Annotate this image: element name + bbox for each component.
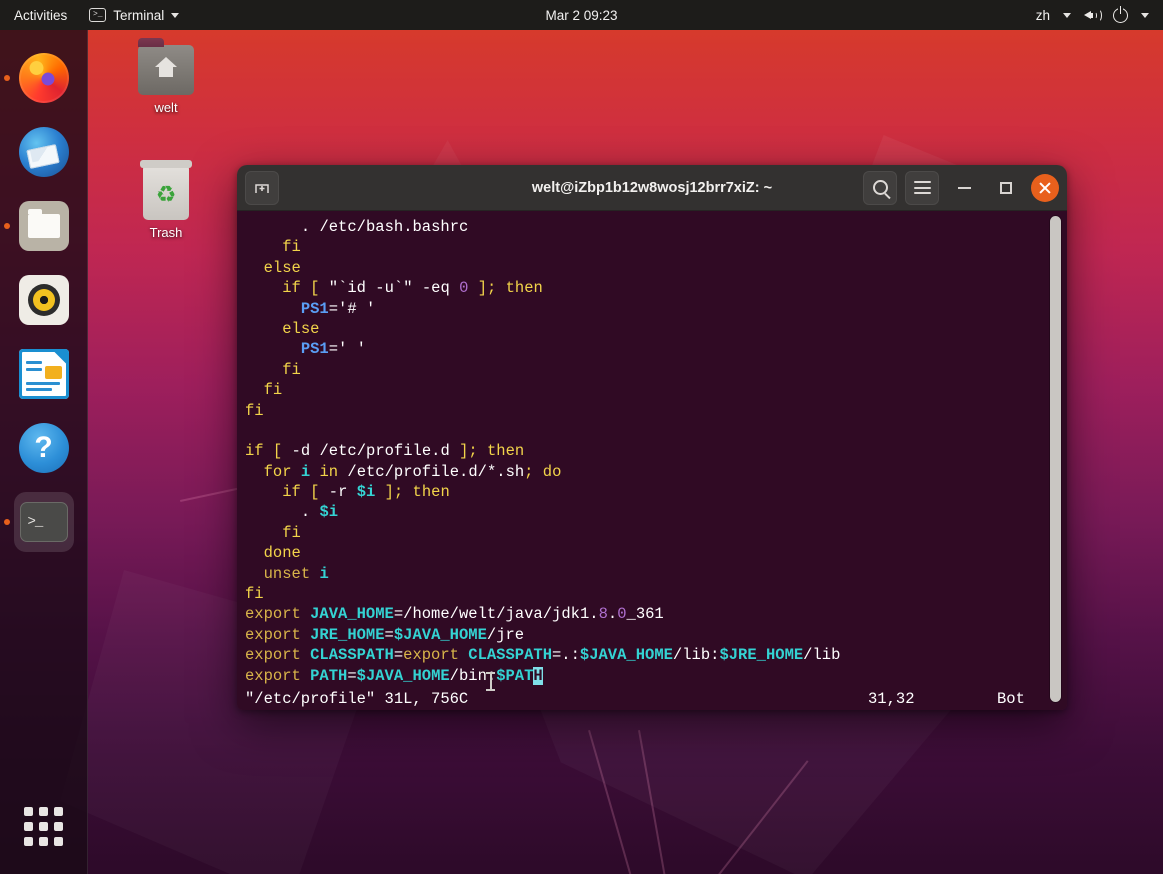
terminal-line: export PATH=$JAVA_HOME/bin:$PATH [245,666,543,685]
rhythmbox-icon [18,275,69,325]
wallpaper-line [690,760,809,874]
show-applications-button[interactable] [14,796,74,856]
terminal-line: fi [245,401,264,420]
wallpaper-line [588,730,646,874]
scrollbar-thumb[interactable] [1050,216,1061,702]
app-indicator-label: Terminal [113,7,165,23]
home-folder-icon [138,38,194,95]
running-indicator [3,223,10,229]
hamburger-menu-icon [913,181,931,194]
new-tab-icon [255,183,269,193]
terminal-line: for i in /etc/profile.d/*.sh; do [263,462,562,481]
screen: welt ♻ Trash Activities >_ Terminal Mar … [0,0,1163,874]
dock-item-thunderbird[interactable] [14,122,74,182]
terminal-menu-button[interactable] [905,170,939,205]
help-icon: ? [18,423,69,473]
running-indicator [3,75,10,81]
terminal-line: if [ -d /etc/profile.d ]; then [245,442,525,461]
firefox-icon [18,53,69,103]
terminal-line: fi [282,360,301,379]
terminal-line: fi [263,381,283,400]
files-icon [18,201,69,251]
dock-item-rhythmbox[interactable] [14,270,74,330]
dock-item-terminal[interactable]: >_ [3,492,74,552]
terminal-title-bar[interactable]: welt@iZbp1b12w8wosj12brr7xiZ: ~ [237,165,1067,211]
close-button[interactable] [1031,173,1059,202]
terminal-line: fi [282,238,301,257]
terminal-icon: >_ [19,502,68,542]
terminal-line: else [282,319,320,338]
top-bar: Activities >_ Terminal Mar 2 09:23 zh [0,0,1163,30]
chevron-down-icon[interactable] [1141,12,1149,18]
dock-item-files[interactable] [3,196,74,256]
vim-scroll-indicator: Bot [997,689,1025,708]
terminal-line: fi [245,585,264,604]
language-indicator[interactable]: zh [1036,8,1050,23]
wallpaper-line [638,730,672,874]
new-tab-button[interactable] [245,170,279,205]
dock: ? >_ [0,30,88,874]
terminal-text-buffer: . /etc/bash.bashrc fi else if [ "`id -u`… [237,217,1067,686]
terminal-line: export CLASSPATH=export CLASSPATH=.:$JAV… [245,646,841,665]
terminal-line: if [ -r $i ]; then [282,483,450,502]
terminal-line: PS1=' ' [300,340,366,359]
chevron-down-icon [171,12,180,18]
minimize-icon [957,186,971,189]
terminal-line: export JRE_HOME=$JAVA_HOME/jre [245,625,525,644]
trash-icon: ♻ [140,160,192,220]
dock-item-help[interactable]: ? [14,418,74,478]
terminal-line: . /etc/bash.bashrc [300,218,469,236]
terminal-icon: >_ [89,8,107,22]
terminal-content[interactable]: . /etc/bash.bashrc fi else if [ "`id -u`… [237,211,1067,710]
terminal-window[interactable]: welt@iZbp1b12w8wosj12brr7xiZ: ~ . /etc/b… [237,165,1067,710]
desktop-icon-home[interactable]: welt [118,38,214,115]
maximize-button[interactable] [989,171,1023,205]
close-icon [1038,181,1052,195]
libreoffice-writer-icon [18,349,69,399]
terminal-line: fi [282,523,301,542]
terminal-line: if [ "`id -u`" -eq 0 ]; then [282,279,543,298]
terminal-scrollbar[interactable] [1050,216,1061,702]
dock-item-firefox[interactable] [3,48,74,108]
running-indicator [3,519,10,525]
thunderbird-icon [18,127,69,177]
vim-status-line: "/etc/profile" 31L, 756C 31,32 Bot [237,688,1067,710]
terminal-line: done [263,544,301,563]
desktop-icon-trash[interactable]: ♻ Trash [118,160,214,240]
terminal-line: . $i [300,503,339,522]
search-icon [872,180,888,195]
terminal-line: PS1='# ' [300,299,376,318]
chevron-down-icon[interactable] [1063,12,1071,18]
app-indicator-terminal[interactable]: >_ Terminal [89,7,180,23]
power-icon[interactable] [1113,5,1128,23]
terminal-search-button[interactable] [863,170,897,205]
mouse-cursor-ibeam [486,672,495,692]
clock[interactable]: Mar 2 09:23 [545,8,617,23]
volume-icon[interactable] [1084,8,1102,23]
maximize-icon [1000,181,1012,194]
terminal-line: else [263,258,301,277]
desktop-icon-label: Trash [149,225,183,240]
vim-cursor-position: 31,32 [868,689,915,708]
terminal-line: unset i [263,564,329,583]
vim-file-info: "/etc/profile" 31L, 756C [245,689,469,708]
minimize-button[interactable] [947,171,981,205]
activities-button[interactable]: Activities [14,8,67,23]
terminal-line: export JAVA_HOME=/home/welt/java/jdk1.8.… [245,605,664,624]
dock-item-libreoffice-writer[interactable] [14,344,74,404]
desktop-icon-label: welt [154,100,178,115]
